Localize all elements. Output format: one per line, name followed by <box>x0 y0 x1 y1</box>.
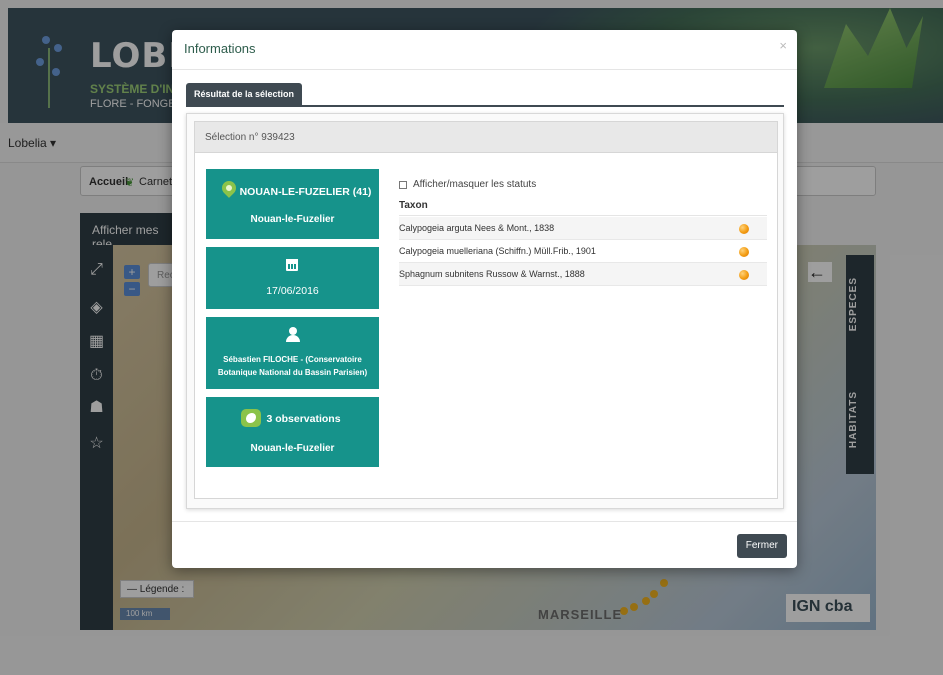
information-modal: Informations × Résultat de la sélection … <box>172 30 797 568</box>
observations-count: 3 observations <box>266 413 341 425</box>
selection-heading: Sélection n° 939423 <box>205 132 295 143</box>
toggle-statuses-label[interactable]: Afficher/masquer les statuts <box>413 179 536 190</box>
observations-card: 3 observations Nouan-le-Fuzelier <box>206 397 379 467</box>
observations-place: Nouan-le-Fuzelier <box>250 443 335 454</box>
modal-header: Informations × <box>172 30 797 70</box>
close-icon[interactable]: × <box>779 38 787 53</box>
table-row[interactable]: Calypogeia muelleriana (Schiffn.) Müll.F… <box>399 240 767 263</box>
table-row[interactable]: Sphagnum subnitens Russow & Warnst., 188… <box>399 263 767 286</box>
selection-panel: Sélection n° 939423 NOUAN-LE-FUZELIER (4… <box>194 121 778 499</box>
observer-name: Sébastien FILOCHE - (Conservatoire <box>223 355 362 364</box>
location-title: NOUAN-LE-FUZELIER (41) <box>239 186 372 198</box>
modal-tabs: Résultat de la sélection <box>186 83 784 107</box>
status-dot-icon[interactable] <box>739 270 749 280</box>
toggle-statuses-checkbox[interactable] <box>399 181 407 189</box>
user-icon <box>286 327 300 342</box>
calendar-icon <box>286 259 298 271</box>
modal-title: Informations <box>184 41 256 56</box>
tab-selection-result[interactable]: Résultat de la sélection <box>186 83 303 107</box>
observer-organization: Botanique National du Bassin Parisien) <box>217 368 368 377</box>
status-dot-icon[interactable] <box>739 247 749 257</box>
modal-footer: Fermer <box>172 521 797 568</box>
date-card: 17/06/2016 <box>206 247 379 309</box>
status-dot-icon[interactable] <box>739 224 749 234</box>
taxon-name[interactable]: Calypogeia muelleriana (Schiffn.) Müll.F… <box>399 246 596 256</box>
close-button[interactable]: Fermer <box>736 534 787 558</box>
table-row[interactable]: Calypogeia arguta Nees & Mont., 1838 <box>399 217 767 240</box>
tab-content: Sélection n° 939423 NOUAN-LE-FUZELIER (4… <box>186 113 784 509</box>
location-card: NOUAN-LE-FUZELIER (41) Nouan-le-Fuzelier <box>206 169 379 239</box>
taxon-table-header: Taxon <box>399 198 767 216</box>
selection-heading-bar: Sélection n° 939423 <box>195 122 777 153</box>
observation-date: 17/06/2016 <box>266 285 319 297</box>
location-subtitle: Nouan-le-Fuzelier <box>250 214 335 225</box>
taxon-column-header: Taxon <box>399 200 428 211</box>
taxon-name[interactable]: Sphagnum subnitens Russow & Warnst., 188… <box>399 269 585 279</box>
taxon-name[interactable]: Calypogeia arguta Nees & Mont., 1838 <box>399 223 554 233</box>
observer-card: Sébastien FILOCHE - (Conservatoire Botan… <box>206 317 379 389</box>
